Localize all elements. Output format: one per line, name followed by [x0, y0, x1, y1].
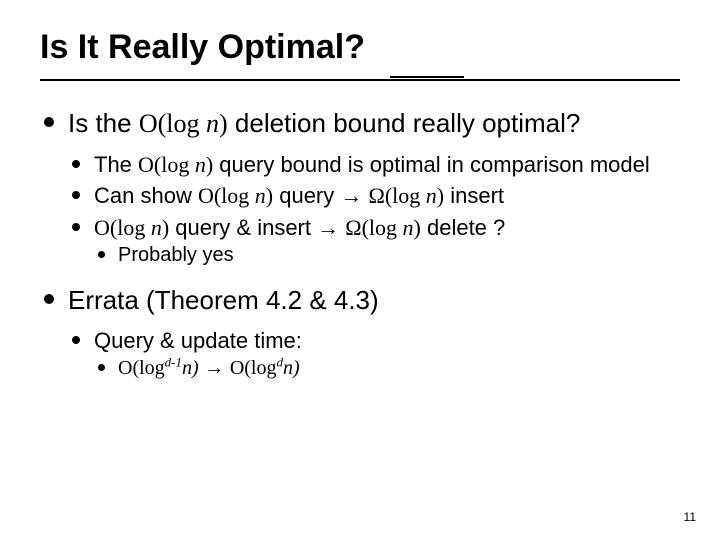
t: insert: [444, 183, 504, 208]
text: Errata (Theorem 4.2 & 4.3): [68, 285, 379, 315]
t: n): [182, 357, 199, 379]
bullet-list: Is the O(log n) deletion bound really op…: [40, 107, 680, 381]
math: O(logd-1n) → O(logdn): [118, 357, 300, 379]
bullet-icon: [72, 160, 80, 168]
sublist: Probably yes: [94, 243, 680, 268]
bullet-icon: [72, 336, 80, 344]
sublist: O(logd-1n) → O(logdn): [94, 356, 680, 381]
bullet-icon: [72, 223, 80, 231]
bullet-1a: The O(log n) query bound is optimal in c…: [68, 151, 680, 179]
bullet-1c: O(log n) query & insert → Ω(log n) delet…: [68, 214, 680, 269]
page-number: 11: [684, 510, 696, 524]
bullet-1b: Can show O(log n) query → Ω(log n) inser…: [68, 182, 680, 210]
text: O(log n) query & insert → Ω(log n) delet…: [94, 215, 505, 240]
text: Can show O(log n) query → Ω(log n) inser…: [94, 183, 504, 208]
exp: d-1: [165, 354, 182, 369]
math: Ω(log n): [368, 183, 444, 208]
t: query bound is optimal in comparison mod…: [213, 152, 650, 177]
t: deletion bound really optimal?: [228, 108, 581, 138]
sublist: Query & update time: O(logd-1n) → O(logd…: [68, 327, 680, 382]
bullet-2: Errata (Theorem 4.2 & 4.3) Query & updat…: [40, 284, 680, 381]
t: delete ?: [421, 215, 505, 240]
t: The: [94, 152, 138, 177]
sublist: The O(log n) query bound is optimal in c…: [68, 151, 680, 269]
text: Query & update time:: [94, 328, 302, 353]
t: O(log: [118, 357, 165, 379]
math: Ω(log n): [345, 215, 421, 240]
text: The O(log n) query bound is optimal in c…: [94, 152, 650, 177]
bullet-icon: [72, 191, 80, 199]
t: n): [283, 357, 300, 379]
bullet-icon: [44, 117, 54, 127]
bullet-1c-i: Probably yes: [94, 243, 680, 268]
title-rule: [40, 79, 680, 83]
bullet-2a: Query & update time: O(logd-1n) → O(logd…: [68, 327, 680, 382]
page-title: Is It Really Optimal?: [40, 28, 680, 75]
math: O(log n): [138, 152, 213, 177]
bullet-2a-i: O(logd-1n) → O(logdn): [94, 356, 680, 381]
text: Probably yes: [118, 244, 234, 266]
math: O(log n): [94, 215, 169, 240]
t: →: [199, 357, 230, 379]
t: query & insert →: [169, 215, 345, 240]
bullet-icon: [98, 251, 105, 258]
math: O(log n): [139, 109, 228, 138]
slide: Is It Really Optimal? Is the O(log n) de…: [0, 0, 720, 540]
text: Is the O(log n) deletion bound really op…: [68, 108, 580, 138]
bullet-icon: [44, 294, 54, 304]
t: Can show: [94, 183, 198, 208]
t: Is the: [68, 108, 139, 138]
math: O(log n): [198, 183, 273, 208]
bullet-1: Is the O(log n) deletion bound really op…: [40, 107, 680, 268]
bullet-icon: [98, 364, 105, 371]
t: O(log: [230, 357, 277, 379]
t: query →: [273, 183, 368, 208]
